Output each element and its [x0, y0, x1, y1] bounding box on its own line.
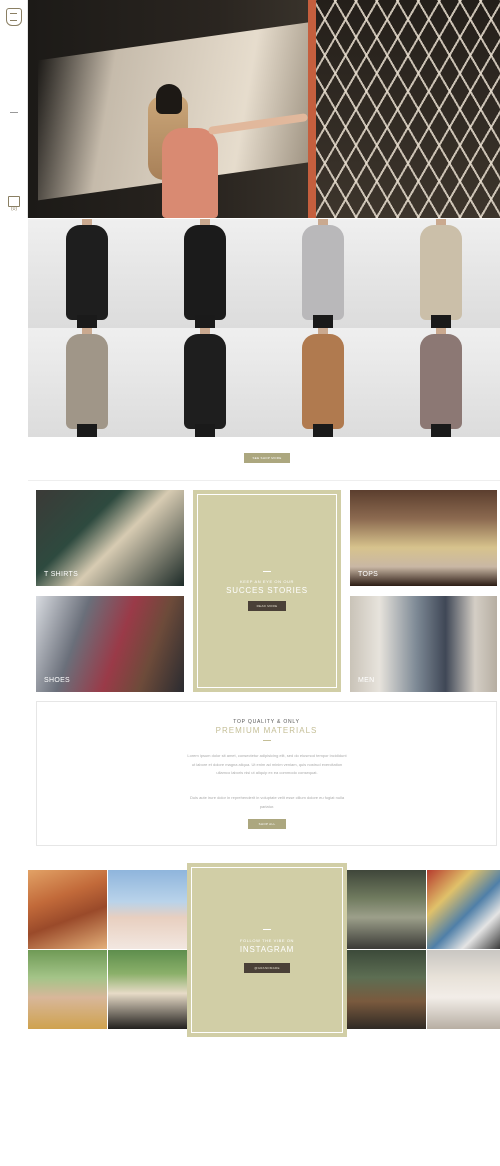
product-dress	[66, 225, 108, 320]
instagram-ornament-icon	[263, 929, 271, 930]
product-dress	[302, 225, 344, 320]
product-grid	[28, 219, 500, 437]
hero-model-dress	[162, 128, 218, 218]
category-label-t-shirts: T SHIRTS	[44, 571, 79, 578]
premium-ornament-icon	[262, 740, 271, 741]
premium-paragraph-1: Lorem ipsum dolor sit amet, consectetur …	[187, 753, 347, 775]
product-dress	[184, 225, 226, 320]
shop-all-button[interactable]: SHOP ALL	[248, 819, 286, 829]
instagram-photo[interactable]	[108, 870, 187, 949]
hero-image	[28, 0, 500, 218]
product-card[interactable]	[28, 328, 146, 437]
instagram-photo[interactable]	[28, 870, 107, 949]
product-model-legs	[77, 315, 97, 328]
product-dress	[184, 334, 226, 429]
see-shop-more-label: SEE SHOP MORE	[252, 456, 282, 460]
premium-paragraph-2: Duis aute irure dolor in reprehenderit i…	[189, 795, 345, 809]
logo-icon[interactable]	[6, 8, 22, 26]
instagram-photo[interactable]	[28, 950, 107, 1029]
product-card[interactable]	[264, 219, 382, 328]
product-model-legs	[431, 315, 451, 328]
instagram-photo[interactable]	[108, 950, 187, 1029]
cart-count: (0)	[10, 206, 18, 212]
product-model-legs	[195, 315, 215, 328]
product-card[interactable]	[146, 219, 264, 328]
instagram-photo[interactable]	[347, 950, 426, 1029]
success-read-more-label: READ MORE	[256, 604, 278, 608]
product-dress	[302, 334, 344, 429]
product-card[interactable]	[264, 328, 382, 437]
category-label-tops: TOPS	[358, 571, 379, 578]
sidebar: (0)	[0, 0, 28, 218]
instagram-photo[interactable]	[347, 870, 426, 949]
product-dress	[66, 334, 108, 429]
category-tile-men[interactable]: MEN	[350, 596, 497, 692]
hero-lattice	[316, 0, 500, 218]
category-tile-t-shirts[interactable]: T SHIRTS	[36, 490, 184, 586]
premium-title: PREMIUM MATERIALS	[215, 726, 318, 735]
instagram-handle-button[interactable]: @GRANDMADE	[244, 963, 290, 973]
success-kicker: KEEP AN EYE ON OUR	[239, 579, 295, 584]
see-shop-more-button[interactable]: SEE SHOP MORE	[244, 453, 290, 463]
product-model-legs	[195, 424, 215, 437]
shop-all-label: SHOP ALL	[258, 822, 276, 826]
success-stories-panel: KEEP AN EYE ON OUR SUCCES STORIES READ M…	[193, 490, 341, 692]
product-card[interactable]	[28, 219, 146, 328]
product-dress	[420, 334, 462, 429]
hero-model-hat	[156, 84, 182, 114]
instagram-handle-label: @GRANDMADE	[254, 966, 280, 970]
success-title: SUCCES STORIES	[226, 586, 308, 595]
instagram-panel: FOLLOW THE VIBE ON INSTAGRAM @GRANDMADE	[187, 863, 347, 1037]
category-label-shoes: SHOES	[44, 677, 71, 684]
instagram-photo[interactable]	[427, 950, 500, 1029]
menu-icon[interactable]	[10, 112, 18, 113]
product-model-legs	[313, 315, 333, 328]
product-model-legs	[313, 424, 333, 437]
instagram-kicker: FOLLOW THE VIBE ON	[239, 938, 295, 943]
product-model-legs	[77, 424, 97, 437]
success-read-more-button[interactable]: READ MORE	[248, 601, 286, 611]
category-label-men: MEN	[358, 677, 375, 684]
product-model-legs	[431, 424, 451, 437]
premium-materials-box: TOP QUALITY & ONLY PREMIUM MATERIALS Lor…	[36, 701, 497, 846]
product-card[interactable]	[146, 328, 264, 437]
category-tile-tops[interactable]: TOPS	[350, 490, 497, 586]
premium-kicker: TOP QUALITY & ONLY	[233, 719, 300, 725]
product-card[interactable]	[382, 328, 500, 437]
hero-post	[308, 0, 316, 218]
instagram-photo[interactable]	[427, 870, 500, 949]
section-divider	[28, 480, 500, 481]
success-ornament-icon	[263, 571, 271, 572]
instagram-title: INSTAGRAM	[239, 945, 295, 954]
product-dress	[420, 225, 462, 320]
product-card[interactable]	[382, 219, 500, 328]
category-tile-shoes[interactable]: SHOES	[36, 596, 184, 692]
